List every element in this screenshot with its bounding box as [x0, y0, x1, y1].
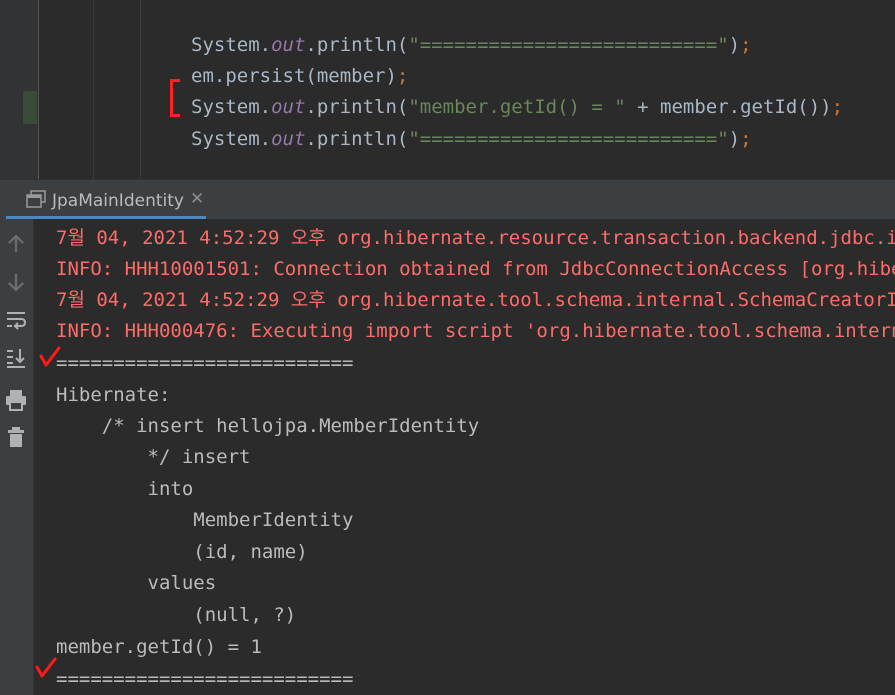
console-line: INFO: HHH000476: Executing import script… — [56, 320, 895, 342]
tab-label: JpaMainIdentity — [52, 191, 184, 211]
print-icon[interactable] — [4, 388, 28, 412]
console-toolbar — [0, 219, 34, 695]
console-line: values — [56, 572, 217, 594]
vcs-change-marker[interactable] — [23, 91, 37, 124]
red-checkmark-annotation — [39, 346, 61, 367]
console-line: (id, name) — [56, 541, 320, 563]
console-output[interactable]: 7월 04, 2021 4:52:29 오후 org.hibernate.res… — [34, 219, 895, 695]
code-line[interactable]: System.out.println("====================… — [191, 31, 752, 59]
console-line: ========================== — [56, 668, 354, 690]
red-bracket-annotation — [170, 79, 180, 117]
run-tool-window-tabbar: JpaMainIdentity ✕ — [0, 179, 895, 219]
editor-gutter[interactable] — [0, 0, 39, 179]
close-icon[interactable]: ✕ — [190, 189, 204, 209]
console-line: /* insert hellojpa.MemberIdentity — [56, 415, 480, 437]
console-line: MemberIdentity — [56, 509, 354, 531]
indent-guide — [140, 0, 141, 179]
console-line: into — [56, 478, 194, 500]
trash-icon[interactable] — [4, 425, 28, 449]
console-line: (null, ?) — [56, 604, 297, 626]
indent-guide — [93, 0, 94, 179]
up-arrow-icon[interactable] — [4, 232, 28, 256]
red-checkmark-annotation — [35, 657, 57, 678]
scroll-to-end-icon[interactable] — [4, 346, 28, 370]
console-line: INFO: HHH10001501: Connection obtained f… — [56, 258, 895, 280]
down-arrow-icon[interactable] — [4, 270, 28, 294]
console-line: member.getId() = 1 — [56, 636, 262, 658]
code-line[interactable]: System.out.println("====================… — [191, 125, 752, 153]
code-line[interactable]: System.out.println("member.getId() = " +… — [191, 93, 843, 121]
console-line: ========================== — [56, 352, 354, 374]
console-window-icon — [26, 190, 46, 208]
console-line: 7월 04, 2021 4:52:29 오후 org.hibernate.too… — [56, 289, 895, 311]
console-line: */ insert — [56, 446, 262, 468]
console-line: 7월 04, 2021 4:52:29 오후 org.hibernate.res… — [56, 227, 895, 249]
tab-jpamainidentity[interactable]: JpaMainIdentity ✕ — [6, 180, 206, 219]
code-line[interactable]: em.persist(member); — [191, 62, 408, 90]
code-editor[interactable]: System.out.println("====================… — [0, 0, 895, 179]
console-line: Hibernate: — [56, 384, 182, 406]
soft-wrap-icon[interactable] — [4, 308, 28, 332]
